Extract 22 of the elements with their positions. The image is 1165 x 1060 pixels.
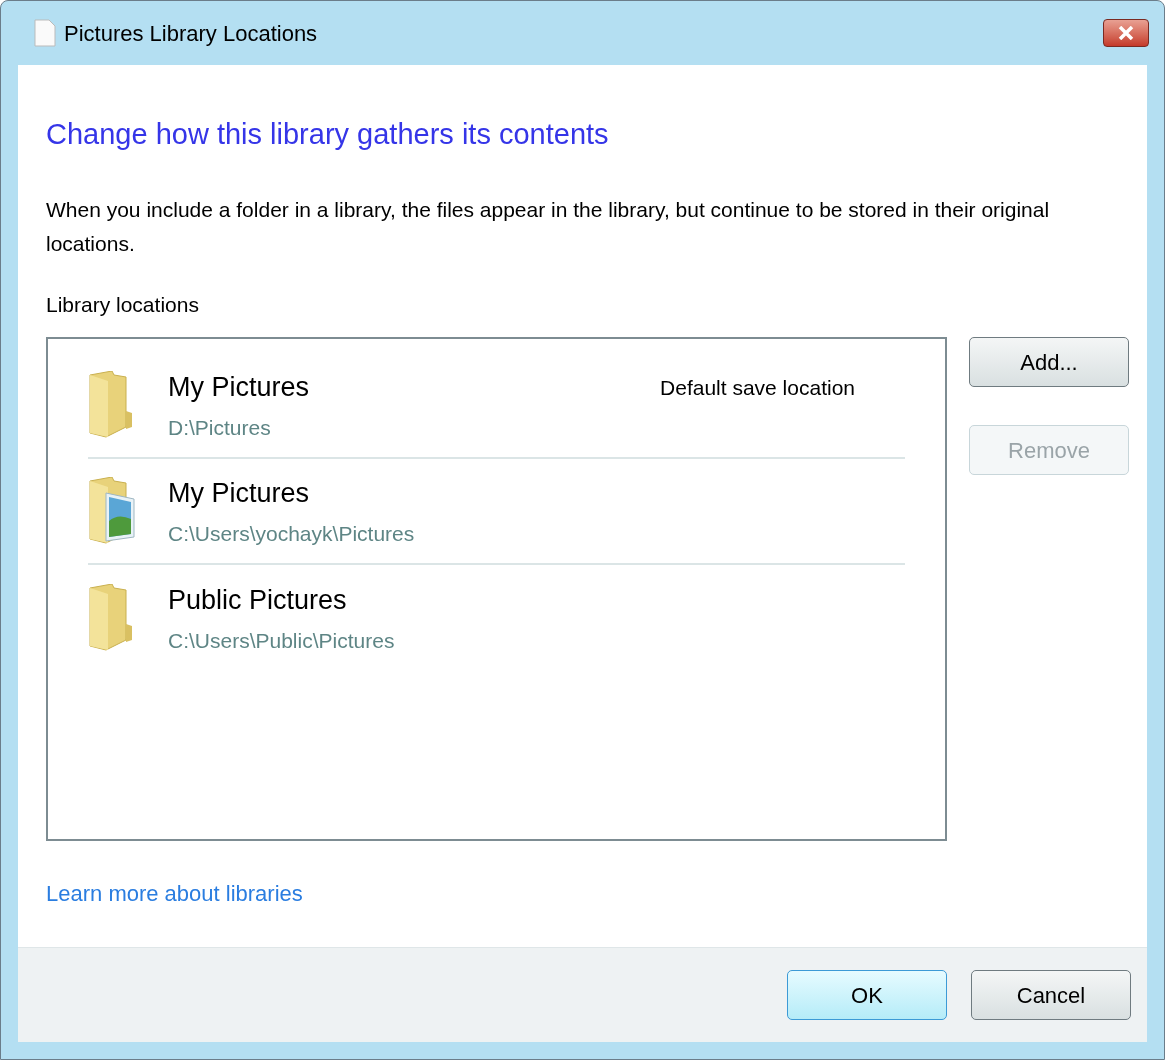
location-name: Public Pictures [168, 584, 347, 617]
add-button[interactable]: Add... [969, 337, 1129, 387]
close-button[interactable] [1103, 19, 1149, 47]
location-item[interactable]: My Pictures Default save location D:\Pictures [88, 353, 905, 459]
document-icon [34, 19, 56, 47]
window-title: Pictures Library Locations [64, 19, 318, 48]
photo-folder-icon [88, 477, 138, 545]
default-location-label: Default save location [660, 374, 855, 401]
location-path: D:\Pictures [168, 414, 272, 441]
ok-button[interactable]: OK [787, 970, 947, 1020]
location-path: C:\Users\Public\Pictures [168, 627, 396, 654]
dialog-heading: Change how this library gathers its contents [46, 117, 610, 152]
section-label: Library locations [46, 291, 200, 318]
description-text: When you include a folder in a library, the files appear in the library, but continue to be stored in their original locations. [46, 196, 1051, 257]
learn-more-link[interactable]: Learn more about libraries [46, 877, 303, 910]
location-name: My Pictures [168, 371, 310, 404]
cancel-button[interactable]: Cancel [971, 970, 1131, 1020]
location-path: C:\Users\yochayk\Pictures [168, 520, 416, 547]
location-name: My Pictures [168, 477, 310, 510]
location-item[interactable]: My Pictures C:\Users\yochayk\Pictures [88, 459, 905, 565]
location-item[interactable]: Public Pictures C:\Users\Public\Pictures [88, 565, 905, 671]
close-icon [1118, 26, 1134, 40]
